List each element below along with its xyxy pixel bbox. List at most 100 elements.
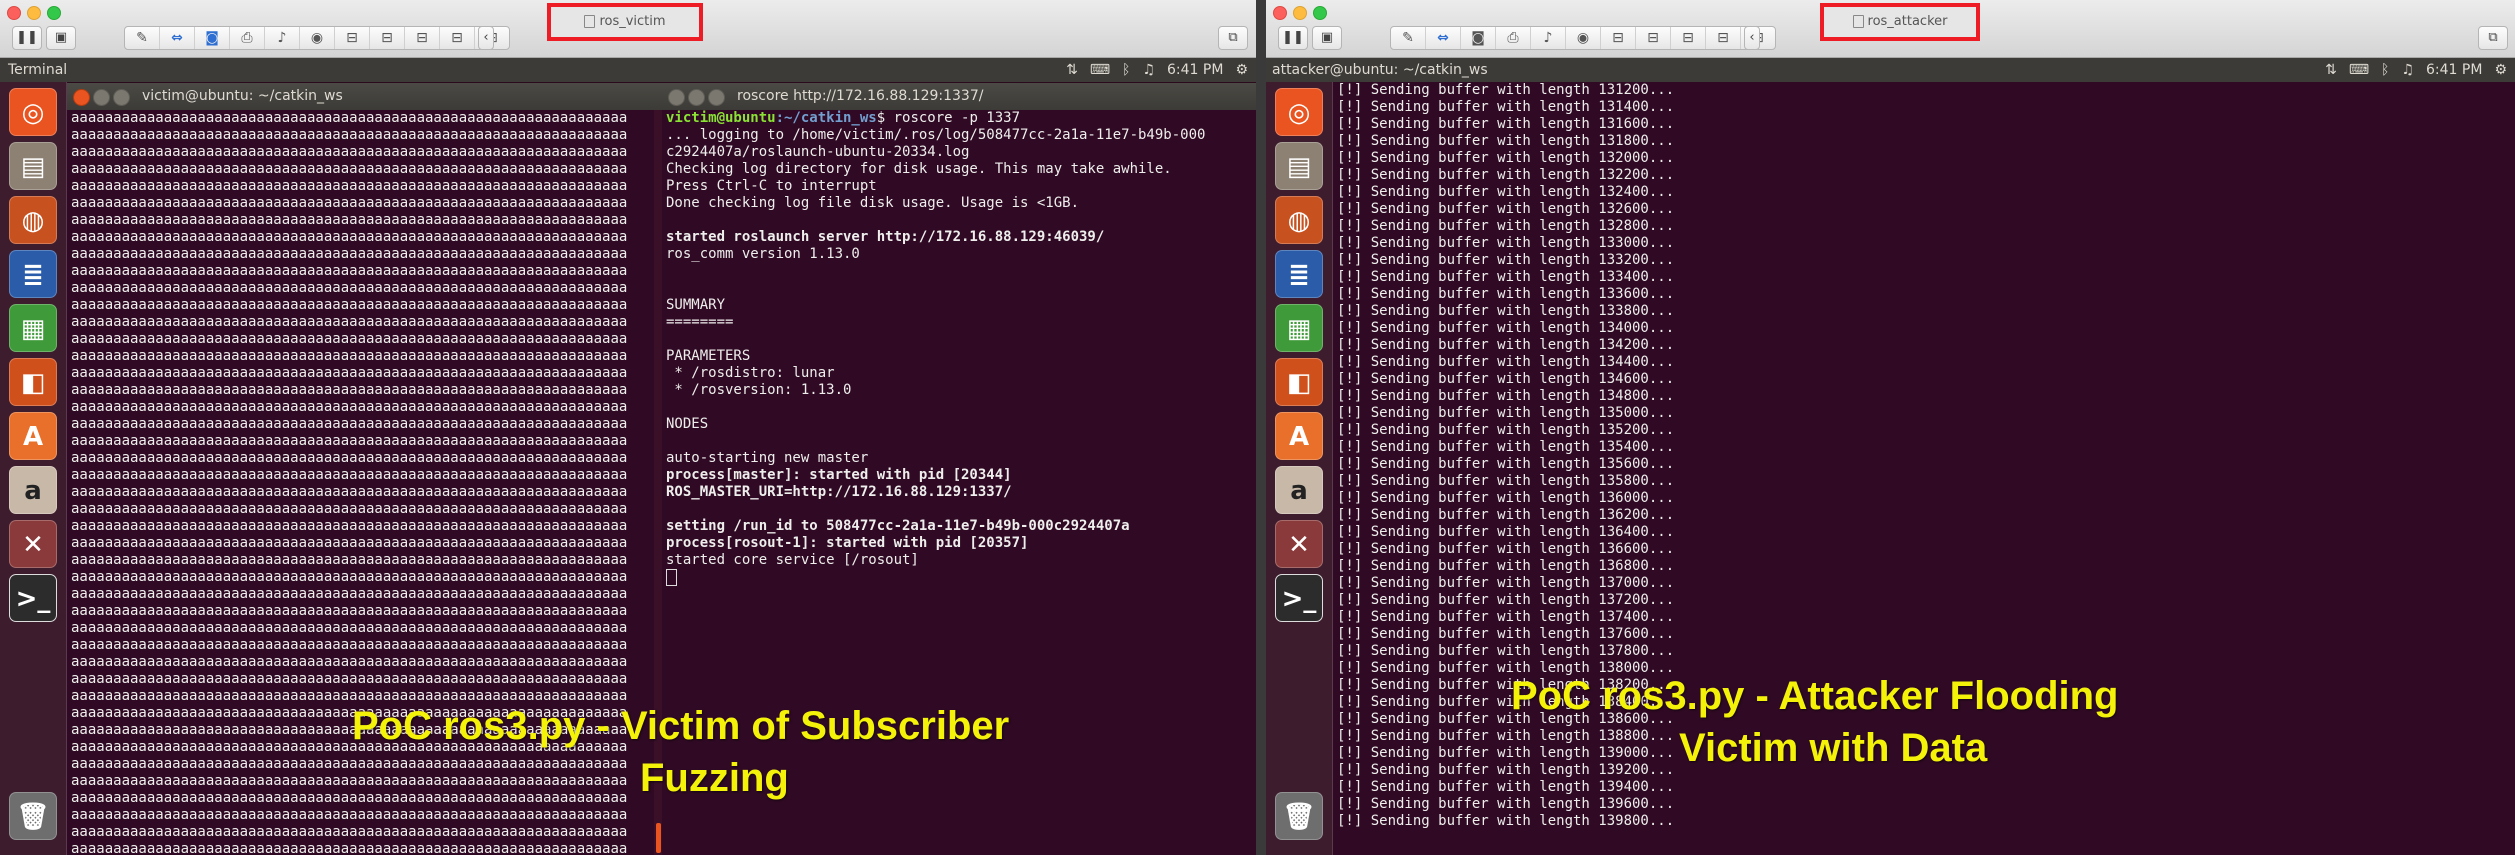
output-line: [!] Sending buffer with length 133600...	[1337, 286, 1675, 302]
bluetooth-icon[interactable]: ᛒ	[1122, 58, 1130, 82]
output-line: aaaaaaaaaaaaaaaaaaaaaaaaaaaaaaaaaaaaaaaa…	[71, 807, 628, 823]
window-icon	[1852, 15, 1864, 28]
maximize-icon[interactable]	[113, 89, 130, 106]
snapshot-icon[interactable]: ▣	[1312, 26, 1342, 50]
maximize-dot[interactable]	[1313, 6, 1327, 20]
caption-line: Victim with Data	[1679, 726, 1988, 770]
volume-icon[interactable]: ♫	[2401, 58, 2414, 82]
minimize-icon[interactable]	[688, 89, 705, 106]
camera-icon[interactable]: ◉	[300, 27, 335, 49]
writer-icon[interactable]: ≣	[9, 250, 57, 298]
amazon-icon[interactable]: a	[9, 466, 57, 514]
chevron-left-icon[interactable]: ‹	[478, 26, 494, 50]
usb-icon[interactable]: ⊟	[1601, 27, 1636, 49]
minimize-icon[interactable]	[93, 89, 110, 106]
software-center-icon[interactable]: A	[9, 412, 57, 460]
keyboard-icon[interactable]: ⌨	[1090, 58, 1110, 82]
terminal-icon[interactable]: >_	[9, 574, 57, 622]
trash-icon[interactable]: 🗑	[1275, 792, 1323, 840]
settings-icon[interactable]: ✕	[1275, 520, 1323, 568]
output-line: ... logging to /home/victim/.ros/log/508…	[666, 127, 1206, 143]
output-line: aaaaaaaaaaaaaaaaaaaaaaaaaaaaaaaaaaaaaaaa…	[71, 399, 628, 415]
close-dot[interactable]	[1273, 6, 1287, 20]
firefox-icon[interactable]: ◍	[1275, 196, 1323, 244]
clock[interactable]: 6:41 PM	[1167, 58, 1223, 82]
trash-icon[interactable]: 🗑	[9, 792, 57, 840]
output-line: [!] Sending buffer with length 132200...	[1337, 167, 1675, 183]
bluetooth-icon[interactable]: ᛒ	[2381, 58, 2389, 82]
usb-icon[interactable]: ⊟	[1706, 27, 1741, 49]
pause-icon[interactable]: ❚❚	[1278, 26, 1308, 50]
usb-icon[interactable]: ⊟	[1636, 27, 1671, 49]
close-dot[interactable]	[7, 6, 21, 20]
files-icon[interactable]: ▤	[1275, 142, 1323, 190]
chevron-left-icon[interactable]: ‹	[1744, 26, 1760, 50]
maximize-dot[interactable]	[47, 6, 61, 20]
printer-icon[interactable]: ⎙	[1496, 27, 1531, 49]
firefox-icon[interactable]: ◍	[9, 196, 57, 244]
output-line: [!] Sending buffer with length 136600...	[1337, 541, 1675, 557]
gear-icon[interactable]: ⚙	[1235, 58, 1248, 82]
clock[interactable]: 6:41 PM	[2426, 58, 2482, 82]
dash-icon[interactable]: ◎	[9, 88, 57, 136]
output-line: aaaaaaaaaaaaaaaaaaaaaaaaaaaaaaaaaaaaaaaa…	[71, 824, 628, 840]
output-line: aaaaaaaaaaaaaaaaaaaaaaaaaaaaaaaaaaaaaaaa…	[71, 229, 628, 245]
camera-icon[interactable]: ◉	[1566, 27, 1601, 49]
disk-icon[interactable]: ◙	[1461, 27, 1496, 49]
wrench-icon[interactable]: ✎	[1391, 27, 1426, 49]
output-line: [!] Sending buffer with length 131400...	[1337, 99, 1675, 115]
output-line: [!] Sending buffer with length 137000...	[1337, 575, 1675, 591]
usb-icon[interactable]: ⊟	[440, 27, 475, 49]
pause-icon[interactable]: ❚❚	[12, 26, 42, 50]
prompt-line: victim@ubuntu:~/catkin_ws$ roscore -p 13…	[666, 110, 1256, 127]
network-icon[interactable]: ⇔	[1426, 27, 1461, 49]
output-line: aaaaaaaaaaaaaaaaaaaaaaaaaaaaaaaaaaaaaaaa…	[71, 654, 628, 670]
sound-icon[interactable]: ♪	[1531, 27, 1566, 49]
printer-icon[interactable]: ⎙	[230, 27, 265, 49]
output-line: process[rosout-1]: started with pid [203…	[666, 535, 1029, 551]
output-line: started roslaunch server http://172.16.8…	[666, 229, 1105, 245]
usb-icon[interactable]: ⊟	[1671, 27, 1706, 49]
terminal-title: victim@ubuntu: ~/catkin_ws	[142, 88, 343, 104]
close-icon[interactable]	[668, 89, 685, 106]
close-icon[interactable]	[73, 89, 90, 106]
amazon-icon[interactable]: a	[1275, 466, 1323, 514]
impress-icon[interactable]: ◧	[9, 358, 57, 406]
impress-icon[interactable]: ◧	[1275, 358, 1323, 406]
usb-icon[interactable]: ⊟	[335, 27, 370, 49]
minimize-dot[interactable]	[1293, 6, 1307, 20]
transfer-icon[interactable]: ⇅	[2325, 58, 2337, 82]
network-icon[interactable]: ⇔	[160, 27, 195, 49]
keyboard-icon[interactable]: ⌨	[2349, 58, 2369, 82]
fullscreen-icon[interactable]: ⧉	[1218, 26, 1248, 50]
output-line: [!] Sending buffer with length 137400...	[1337, 609, 1675, 625]
calc-icon[interactable]: ▦	[1275, 304, 1323, 352]
usb-icon[interactable]: ⊟	[405, 27, 440, 49]
software-center-icon[interactable]: A	[1275, 412, 1323, 460]
settings-icon[interactable]: ✕	[9, 520, 57, 568]
prompt-command: $ roscore -p 1337	[876, 110, 1021, 126]
snapshot-icon[interactable]: ▣	[46, 26, 76, 50]
output-line: aaaaaaaaaaaaaaaaaaaaaaaaaaaaaaaaaaaaaaaa…	[71, 484, 628, 500]
volume-icon[interactable]: ♫	[1142, 58, 1155, 82]
transfer-icon[interactable]: ⇅	[1066, 58, 1078, 82]
files-icon[interactable]: ▤	[9, 142, 57, 190]
output-line: aaaaaaaaaaaaaaaaaaaaaaaaaaaaaaaaaaaaaaaa…	[71, 552, 628, 568]
fullscreen-icon[interactable]: ⧉	[2478, 26, 2508, 50]
output-line: aaaaaaaaaaaaaaaaaaaaaaaaaaaaaaaaaaaaaaaa…	[71, 569, 628, 585]
minimize-dot[interactable]	[27, 6, 41, 20]
dash-icon[interactable]: ◎	[1275, 88, 1323, 136]
usb-icon[interactable]: ⊟	[370, 27, 405, 49]
scrollbar-thumb[interactable]	[656, 823, 661, 853]
unity-launcher: ◎ ▤ ◍ ≣ ▦ ◧ A a ✕ >_ 🗑	[1266, 82, 1333, 855]
calc-icon[interactable]: ▦	[9, 304, 57, 352]
wrench-icon[interactable]: ✎	[125, 27, 160, 49]
sound-icon[interactable]: ♪	[265, 27, 300, 49]
disk-icon[interactable]: ◙	[195, 27, 230, 49]
gear-icon[interactable]: ⚙	[2494, 58, 2507, 82]
terminal-icon[interactable]: >_	[1275, 574, 1323, 622]
writer-icon[interactable]: ≣	[1275, 250, 1323, 298]
output-line: [!] Sending buffer with length 137200...	[1337, 592, 1675, 608]
maximize-icon[interactable]	[708, 89, 725, 106]
